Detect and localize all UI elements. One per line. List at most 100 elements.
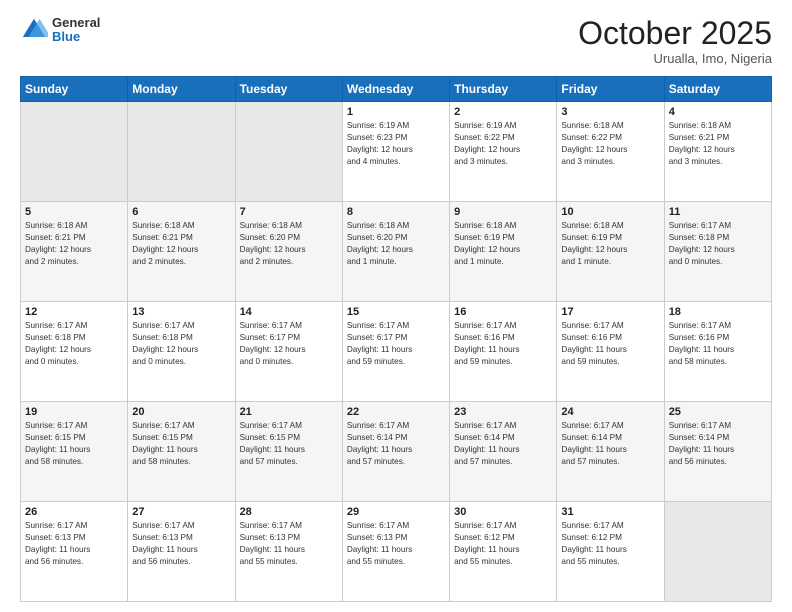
day-info: Sunrise: 6:18 AM Sunset: 6:22 PM Dayligh… [561, 120, 659, 168]
weekday-header-wednesday: Wednesday [342, 77, 449, 102]
calendar-week-row: 19 Sunrise: 6:17 AM Sunset: 6:15 PM Dayli… [21, 402, 772, 502]
day-info: Sunrise: 6:17 AM Sunset: 6:12 PM Dayligh… [561, 520, 659, 568]
calendar-cell: 31 Sunrise: 6:17 AM Sunset: 6:12 PM Dayli… [557, 502, 664, 602]
calendar-cell: 3 Sunrise: 6:18 AM Sunset: 6:22 PM Daylig… [557, 102, 664, 202]
calendar-cell: 23 Sunrise: 6:17 AM Sunset: 6:14 PM Dayli… [450, 402, 557, 502]
logo: General Blue [20, 16, 100, 45]
calendar-cell [128, 102, 235, 202]
day-number: 21 [240, 406, 338, 418]
calendar-cell: 9Sunrise: 6:18 AM Sunset: 6:19 PM Daylig… [450, 202, 557, 302]
day-info: Sunrise: 6:17 AM Sunset: 6:18 PM Dayligh… [669, 220, 767, 268]
day-number: 8 [347, 206, 445, 218]
weekday-header-row: SundayMondayTuesdayWednesdayThursdayFrid… [21, 77, 772, 102]
weekday-header-saturday: Saturday [664, 77, 771, 102]
calendar-cell: 19 Sunrise: 6:17 AM Sunset: 6:15 PM Dayli… [21, 402, 128, 502]
calendar-cell: 6Sunrise: 6:18 AM Sunset: 6:21 PM Daylig… [128, 202, 235, 302]
day-number: 28 [240, 506, 338, 518]
day-number: 25 [669, 406, 767, 418]
day-info: Sunrise: 6:17 AM Sunset: 6:12 PM Dayligh… [454, 520, 552, 568]
calendar-cell: 24 Sunrise: 6:17 AM Sunset: 6:14 PM Dayli… [557, 402, 664, 502]
calendar-title: October 2025 [578, 16, 772, 51]
day-number: 29 [347, 506, 445, 518]
day-info: Sunrise: 6:17 AM Sunset: 6:18 PM Dayligh… [25, 320, 123, 368]
calendar-cell: 16Sunrise: 6:17 AM Sunset: 6:16 PM Dayli… [450, 302, 557, 402]
calendar-cell: 5Sunrise: 6:18 AM Sunset: 6:21 PM Daylig… [21, 202, 128, 302]
day-info: Sunrise: 6:17 AM Sunset: 6:14 PM Dayligh… [561, 420, 659, 468]
day-number: 4 [669, 106, 767, 118]
title-section: October 2025 Urualla, Imo, Nigeria [578, 16, 772, 66]
calendar-cell: 15Sunrise: 6:17 AM Sunset: 6:17 PM Dayli… [342, 302, 449, 402]
calendar-cell [664, 502, 771, 602]
page: General Blue October 2025 Urualla, Imo, … [0, 0, 792, 612]
day-number: 6 [132, 206, 230, 218]
day-number: 20 [132, 406, 230, 418]
day-number: 19 [25, 406, 123, 418]
calendar-cell: 18Sunrise: 6:17 AM Sunset: 6:16 PM Dayli… [664, 302, 771, 402]
day-info: Sunrise: 6:19 AM Sunset: 6:23 PM Dayligh… [347, 120, 445, 168]
calendar-cell: 25 Sunrise: 6:17 AM Sunset: 6:14 PM Dayli… [664, 402, 771, 502]
day-number: 12 [25, 306, 123, 318]
calendar-week-row: 12 Sunrise: 6:17 AM Sunset: 6:18 PM Dayli… [21, 302, 772, 402]
calendar-cell: 22Sunrise: 6:17 AM Sunset: 6:14 PM Dayli… [342, 402, 449, 502]
calendar-cell: 29Sunrise: 6:17 AM Sunset: 6:13 PM Dayli… [342, 502, 449, 602]
weekday-header-monday: Monday [128, 77, 235, 102]
day-number: 17 [561, 306, 659, 318]
day-number: 5 [25, 206, 123, 218]
calendar-cell: 17 Sunrise: 6:17 AM Sunset: 6:16 PM Dayli… [557, 302, 664, 402]
day-number: 10 [561, 206, 659, 218]
calendar-subtitle: Urualla, Imo, Nigeria [578, 51, 772, 66]
logo-icon [20, 16, 48, 44]
day-info: Sunrise: 6:17 AM Sunset: 6:16 PM Dayligh… [669, 320, 767, 368]
logo-line1: General [52, 16, 100, 30]
day-number: 27 [132, 506, 230, 518]
calendar-cell: 26 Sunrise: 6:17 AM Sunset: 6:13 PM Dayli… [21, 502, 128, 602]
day-number: 1 [347, 106, 445, 118]
calendar-cell: 27Sunrise: 6:17 AM Sunset: 6:13 PM Dayli… [128, 502, 235, 602]
calendar-cell: 2Sunrise: 6:19 AM Sunset: 6:22 PM Daylig… [450, 102, 557, 202]
day-number: 26 [25, 506, 123, 518]
weekday-header-tuesday: Tuesday [235, 77, 342, 102]
day-info: Sunrise: 6:17 AM Sunset: 6:13 PM Dayligh… [25, 520, 123, 568]
calendar-table: SundayMondayTuesdayWednesdayThursdayFrid… [20, 76, 772, 602]
day-info: Sunrise: 6:18 AM Sunset: 6:20 PM Dayligh… [240, 220, 338, 268]
day-number: 13 [132, 306, 230, 318]
logo-line2: Blue [52, 30, 100, 44]
day-number: 31 [561, 506, 659, 518]
day-number: 24 [561, 406, 659, 418]
day-number: 30 [454, 506, 552, 518]
calendar-cell [21, 102, 128, 202]
calendar-week-row: 5Sunrise: 6:18 AM Sunset: 6:21 PM Daylig… [21, 202, 772, 302]
day-info: Sunrise: 6:18 AM Sunset: 6:21 PM Dayligh… [669, 120, 767, 168]
weekday-header-friday: Friday [557, 77, 664, 102]
day-info: Sunrise: 6:17 AM Sunset: 6:13 PM Dayligh… [240, 520, 338, 568]
day-info: Sunrise: 6:18 AM Sunset: 6:20 PM Dayligh… [347, 220, 445, 268]
calendar-cell: 20 Sunrise: 6:17 AM Sunset: 6:15 PM Dayli… [128, 402, 235, 502]
calendar-cell: 10Sunrise: 6:18 AM Sunset: 6:19 PM Dayli… [557, 202, 664, 302]
day-info: Sunrise: 6:17 AM Sunset: 6:18 PM Dayligh… [132, 320, 230, 368]
day-info: Sunrise: 6:17 AM Sunset: 6:16 PM Dayligh… [454, 320, 552, 368]
calendar-cell [235, 102, 342, 202]
day-info: Sunrise: 6:17 AM Sunset: 6:15 PM Dayligh… [25, 420, 123, 468]
day-number: 23 [454, 406, 552, 418]
calendar-cell: 4 Sunrise: 6:18 AM Sunset: 6:21 PM Daylig… [664, 102, 771, 202]
calendar-cell: 1 Sunrise: 6:19 AM Sunset: 6:23 PM Daylig… [342, 102, 449, 202]
day-number: 3 [561, 106, 659, 118]
calendar-cell: 28 Sunrise: 6:17 AM Sunset: 6:13 PM Dayli… [235, 502, 342, 602]
day-number: 9 [454, 206, 552, 218]
calendar-cell: 7Sunrise: 6:18 AM Sunset: 6:20 PM Daylig… [235, 202, 342, 302]
day-info: Sunrise: 6:17 AM Sunset: 6:14 PM Dayligh… [669, 420, 767, 468]
day-info: Sunrise: 6:17 AM Sunset: 6:14 PM Dayligh… [454, 420, 552, 468]
day-number: 11 [669, 206, 767, 218]
calendar-week-row: 1 Sunrise: 6:19 AM Sunset: 6:23 PM Daylig… [21, 102, 772, 202]
day-info: Sunrise: 6:17 AM Sunset: 6:16 PM Dayligh… [561, 320, 659, 368]
weekday-header-thursday: Thursday [450, 77, 557, 102]
weekday-header-sunday: Sunday [21, 77, 128, 102]
day-info: Sunrise: 6:17 AM Sunset: 6:15 PM Dayligh… [132, 420, 230, 468]
day-info: Sunrise: 6:17 AM Sunset: 6:14 PM Dayligh… [347, 420, 445, 468]
calendar-cell: 21Sunrise: 6:17 AM Sunset: 6:15 PM Dayli… [235, 402, 342, 502]
day-info: Sunrise: 6:17 AM Sunset: 6:17 PM Dayligh… [347, 320, 445, 368]
calendar-cell: 14Sunrise: 6:17 AM Sunset: 6:17 PM Dayli… [235, 302, 342, 402]
logo-text: General Blue [52, 16, 100, 45]
calendar-cell: 13 Sunrise: 6:17 AM Sunset: 6:18 PM Dayli… [128, 302, 235, 402]
day-number: 14 [240, 306, 338, 318]
